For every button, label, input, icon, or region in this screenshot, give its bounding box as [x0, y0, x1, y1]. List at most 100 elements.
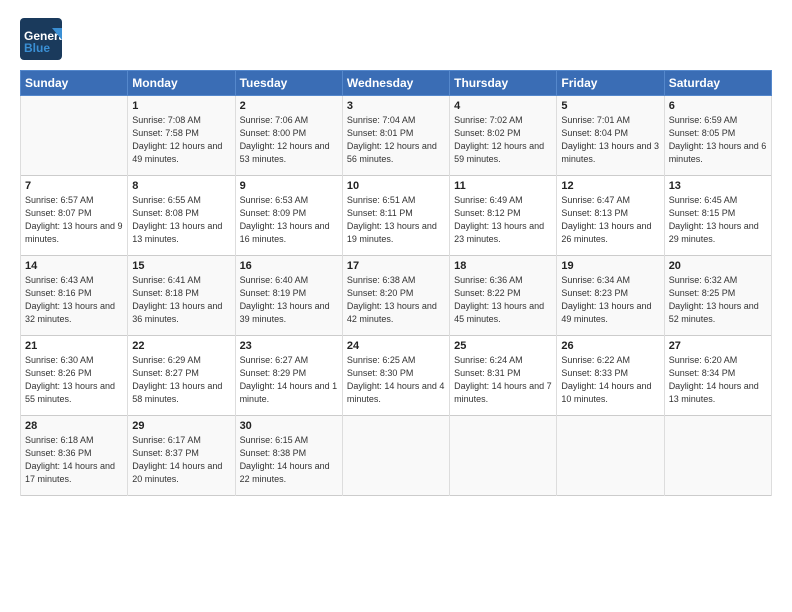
week-row-5: 28Sunrise: 6:18 AMSunset: 8:36 PMDayligh…	[21, 416, 772, 496]
calendar-cell	[450, 416, 557, 496]
calendar-cell: 14 Sunrise: 6:43 AMSunset: 8:16 PMDayligh…	[21, 256, 128, 336]
cell-info: Sunrise: 6:59 AMSunset: 8:05 PMDaylight:…	[669, 115, 767, 164]
cell-info: Sunrise: 6:57 AMSunset: 8:07 PMDaylight:…	[25, 195, 123, 244]
day-header-wednesday: Wednesday	[342, 71, 449, 96]
day-header-monday: Monday	[128, 71, 235, 96]
week-row-3: 14 Sunrise: 6:43 AMSunset: 8:16 PMDayligh…	[21, 256, 772, 336]
calendar-cell: 25 Sunrise: 6:24 AMSunset: 8:31 PMDayligh…	[450, 336, 557, 416]
calendar-cell	[664, 416, 771, 496]
week-row-2: 7 Sunrise: 6:57 AMSunset: 8:07 PMDaylight…	[21, 176, 772, 256]
logo: General Blue	[20, 18, 62, 60]
calendar-cell: 12 Sunrise: 6:47 AMSunset: 8:13 PMDayligh…	[557, 176, 664, 256]
day-number: 9	[240, 180, 338, 192]
calendar-cell: 10 Sunrise: 6:51 AMSunset: 8:11 PMDayligh…	[342, 176, 449, 256]
cell-info: Sunrise: 6:30 AMSunset: 8:26 PMDaylight:…	[25, 355, 115, 404]
cell-info: Sunrise: 7:06 AMSunset: 8:00 PMDaylight:…	[240, 115, 330, 164]
calendar-cell: 4 Sunrise: 7:02 AMSunset: 8:02 PMDaylight…	[450, 96, 557, 176]
calendar-cell: 7 Sunrise: 6:57 AMSunset: 8:07 PMDaylight…	[21, 176, 128, 256]
calendar-cell: 1 Sunrise: 7:08 AMSunset: 7:58 PMDaylight…	[128, 96, 235, 176]
week-row-1: 1 Sunrise: 7:08 AMSunset: 7:58 PMDaylight…	[21, 96, 772, 176]
cell-info: Sunrise: 6:36 AMSunset: 8:22 PMDaylight:…	[454, 275, 544, 324]
day-number: 6	[669, 100, 767, 112]
page: General Blue SundayMondayTuesdayWednesda…	[0, 0, 792, 612]
cell-info: Sunrise: 6:29 AMSunset: 8:27 PMDaylight:…	[132, 355, 222, 404]
cell-info: Sunrise: 6:51 AMSunset: 8:11 PMDaylight:…	[347, 195, 437, 244]
calendar-cell: 23 Sunrise: 6:27 AMSunset: 8:29 PMDayligh…	[235, 336, 342, 416]
day-number: 29	[132, 420, 230, 432]
calendar-cell: 22Sunrise: 6:29 AMSunset: 8:27 PMDayligh…	[128, 336, 235, 416]
day-header-saturday: Saturday	[664, 71, 771, 96]
cell-info: Sunrise: 7:02 AMSunset: 8:02 PMDaylight:…	[454, 115, 544, 164]
header: General Blue	[20, 18, 772, 60]
cell-info: Sunrise: 6:53 AMSunset: 8:09 PMDaylight:…	[240, 195, 330, 244]
calendar-cell: 6 Sunrise: 6:59 AMSunset: 8:05 PMDaylight…	[664, 96, 771, 176]
calendar-cell: 29 Sunrise: 6:17 AMSunset: 8:37 PMDayligh…	[128, 416, 235, 496]
cell-info: Sunrise: 6:18 AMSunset: 8:36 PMDaylight:…	[25, 435, 115, 484]
svg-text:Blue: Blue	[24, 41, 50, 55]
calendar-cell: 20Sunrise: 6:32 AMSunset: 8:25 PMDayligh…	[664, 256, 771, 336]
calendar-body: 1 Sunrise: 7:08 AMSunset: 7:58 PMDaylight…	[21, 96, 772, 496]
day-number: 2	[240, 100, 338, 112]
cell-info: Sunrise: 6:22 AMSunset: 8:33 PMDaylight:…	[561, 355, 651, 404]
cell-info: Sunrise: 6:41 AMSunset: 8:18 PMDaylight:…	[132, 275, 222, 324]
cell-info: Sunrise: 6:20 AMSunset: 8:34 PMDaylight:…	[669, 355, 759, 404]
day-number: 18	[454, 260, 552, 272]
calendar-cell: 26Sunrise: 6:22 AMSunset: 8:33 PMDayligh…	[557, 336, 664, 416]
calendar-cell: 17 Sunrise: 6:38 AMSunset: 8:20 PMDayligh…	[342, 256, 449, 336]
cell-info: Sunrise: 6:32 AMSunset: 8:25 PMDaylight:…	[669, 275, 759, 324]
calendar-cell: 27 Sunrise: 6:20 AMSunset: 8:34 PMDayligh…	[664, 336, 771, 416]
day-number: 27	[669, 340, 767, 352]
day-number: 11	[454, 180, 552, 192]
cell-info: Sunrise: 6:34 AMSunset: 8:23 PMDaylight:…	[561, 275, 651, 324]
cell-info: Sunrise: 6:47 AMSunset: 8:13 PMDaylight:…	[561, 195, 651, 244]
week-row-4: 21 Sunrise: 6:30 AMSunset: 8:26 PMDayligh…	[21, 336, 772, 416]
calendar-cell: 9 Sunrise: 6:53 AMSunset: 8:09 PMDaylight…	[235, 176, 342, 256]
calendar-cell: 16 Sunrise: 6:40 AMSunset: 8:19 PMDayligh…	[235, 256, 342, 336]
day-header-tuesday: Tuesday	[235, 71, 342, 96]
day-number: 1	[132, 100, 230, 112]
day-number: 7	[25, 180, 123, 192]
calendar-cell	[21, 96, 128, 176]
day-header-friday: Friday	[557, 71, 664, 96]
day-number: 16	[240, 260, 338, 272]
day-number: 25	[454, 340, 552, 352]
cell-info: Sunrise: 6:24 AMSunset: 8:31 PMDaylight:…	[454, 355, 552, 404]
day-number: 21	[25, 340, 123, 352]
cell-info: Sunrise: 6:25 AMSunset: 8:30 PMDaylight:…	[347, 355, 445, 404]
calendar-cell: 3Sunrise: 7:04 AMSunset: 8:01 PMDaylight…	[342, 96, 449, 176]
calendar-cell: 30Sunrise: 6:15 AMSunset: 8:38 PMDayligh…	[235, 416, 342, 496]
day-number: 13	[669, 180, 767, 192]
calendar-cell	[342, 416, 449, 496]
day-number: 3	[347, 100, 445, 112]
cell-info: Sunrise: 6:55 AMSunset: 8:08 PMDaylight:…	[132, 195, 222, 244]
calendar-cell: 15Sunrise: 6:41 AMSunset: 8:18 PMDayligh…	[128, 256, 235, 336]
day-header-sunday: Sunday	[21, 71, 128, 96]
cell-info: Sunrise: 6:17 AMSunset: 8:37 PMDaylight:…	[132, 435, 222, 484]
cell-info: Sunrise: 6:27 AMSunset: 8:29 PMDaylight:…	[240, 355, 338, 404]
day-number: 5	[561, 100, 659, 112]
calendar-cell: 13 Sunrise: 6:45 AMSunset: 8:15 PMDayligh…	[664, 176, 771, 256]
calendar-table: SundayMondayTuesdayWednesdayThursdayFrid…	[20, 70, 772, 496]
calendar-cell: 18 Sunrise: 6:36 AMSunset: 8:22 PMDayligh…	[450, 256, 557, 336]
day-number: 24	[347, 340, 445, 352]
cell-info: Sunrise: 6:38 AMSunset: 8:20 PMDaylight:…	[347, 275, 437, 324]
calendar-cell	[557, 416, 664, 496]
cell-info: Sunrise: 7:08 AMSunset: 7:58 PMDaylight:…	[132, 115, 222, 164]
cell-info: Sunrise: 6:43 AMSunset: 8:16 PMDaylight:…	[25, 275, 115, 324]
calendar-cell: 5 Sunrise: 7:01 AMSunset: 8:04 PMDaylight…	[557, 96, 664, 176]
calendar-cell: 8Sunrise: 6:55 AMSunset: 8:08 PMDaylight…	[128, 176, 235, 256]
day-number: 4	[454, 100, 552, 112]
cell-info: Sunrise: 7:01 AMSunset: 8:04 PMDaylight:…	[561, 115, 659, 164]
calendar-cell: 24 Sunrise: 6:25 AMSunset: 8:30 PMDayligh…	[342, 336, 449, 416]
cell-info: Sunrise: 6:45 AMSunset: 8:15 PMDaylight:…	[669, 195, 759, 244]
day-number: 17	[347, 260, 445, 272]
day-number: 23	[240, 340, 338, 352]
day-number: 14	[25, 260, 123, 272]
cell-info: Sunrise: 6:49 AMSunset: 8:12 PMDaylight:…	[454, 195, 544, 244]
calendar-cell: 2 Sunrise: 7:06 AMSunset: 8:00 PMDaylight…	[235, 96, 342, 176]
cell-info: Sunrise: 6:15 AMSunset: 8:38 PMDaylight:…	[240, 435, 330, 484]
day-number: 10	[347, 180, 445, 192]
cell-info: Sunrise: 6:40 AMSunset: 8:19 PMDaylight:…	[240, 275, 330, 324]
day-number: 19	[561, 260, 659, 272]
day-number: 12	[561, 180, 659, 192]
